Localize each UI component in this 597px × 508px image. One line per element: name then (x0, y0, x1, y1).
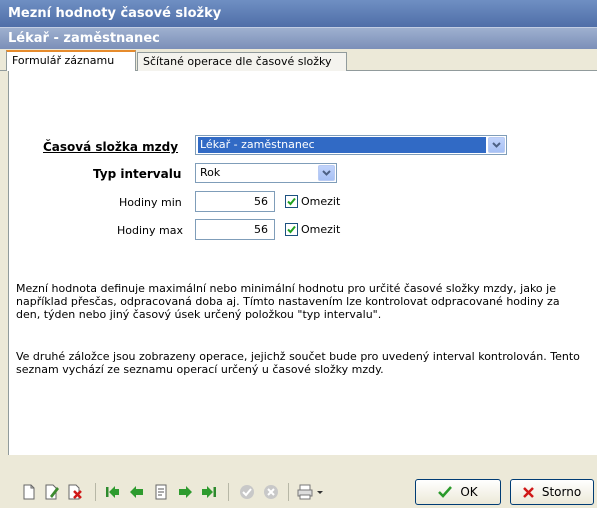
next-record-icon[interactable] (176, 483, 194, 501)
description-paragraph-1: Mezní hodnota definuje maximální nebo mi… (16, 282, 560, 321)
new-record-icon[interactable] (20, 483, 38, 501)
hodiny-max-input[interactable]: 56 (195, 219, 275, 240)
record-subtitle: Lékař - zaměstnanec (0, 27, 597, 49)
hodiny-min-omezit-label: Omezit (301, 195, 341, 208)
typ-intervalu-value: Rok (200, 166, 221, 179)
storno-button[interactable]: Storno (510, 479, 594, 505)
tab-strip: Formulář záznamu Sčítané operace dle čas… (0, 49, 597, 71)
ok-button-label: OK (460, 485, 478, 499)
bottom-toolbar: OK Storno (0, 455, 597, 508)
casova-slozka-combo[interactable]: Lékař - zaměstnanec (195, 135, 507, 155)
hodiny-min-omezit-checkbox[interactable]: Omezit (285, 195, 340, 208)
hodiny-max-omezit-label: Omezit (301, 223, 341, 236)
toolbar-separator (95, 483, 96, 501)
hodiny-max-omezit-checkbox[interactable]: Omezit (285, 223, 340, 236)
toolbar-separator (288, 483, 289, 501)
confirm-disabled-icon[interactable] (238, 483, 256, 501)
record-list-icon[interactable] (152, 483, 170, 501)
description-paragraph-2: Ve druhé záložce jsou zobrazeny operace,… (16, 350, 580, 376)
hodiny-min-label: Hodiny min (119, 196, 182, 209)
typ-intervalu-combo[interactable]: Rok (195, 163, 337, 183)
close-icon (522, 486, 534, 498)
checkmark-icon (285, 195, 298, 208)
casova-slozka-value: Lékař - zaměstnanec (198, 137, 486, 153)
casova-slozka-label: Časová složka mzdy (43, 140, 179, 154)
last-record-icon[interactable] (200, 483, 218, 501)
storno-button-label: Storno (541, 485, 582, 499)
tab-formular-zaznamu[interactable]: Formulář záznamu (6, 50, 136, 71)
hodiny-max-label: Hodiny max (117, 224, 183, 237)
cancel-disabled-icon[interactable] (262, 483, 280, 501)
previous-record-icon[interactable] (128, 483, 146, 501)
delete-record-icon[interactable] (66, 483, 84, 501)
window-title: Mezní hodnoty časové složky (0, 0, 597, 27)
first-record-icon[interactable] (104, 483, 122, 501)
checkmark-icon (438, 486, 453, 498)
chevron-down-icon[interactable] (488, 137, 505, 153)
typ-intervalu-label: Typ intervalu (93, 167, 182, 181)
form-panel: Časová složka mzdy Lékař - zaměstnanec T… (8, 71, 597, 455)
chevron-down-icon[interactable] (318, 165, 335, 181)
hodiny-min-input[interactable]: 56 (195, 191, 275, 212)
print-icon[interactable] (296, 483, 326, 501)
toolbar-separator (228, 483, 229, 501)
tab-scitane-operace[interactable]: Sčítané operace dle časové složky (137, 52, 347, 71)
ok-button[interactable]: OK (415, 479, 501, 505)
checkmark-icon (285, 223, 298, 236)
edit-record-icon[interactable] (43, 483, 61, 501)
